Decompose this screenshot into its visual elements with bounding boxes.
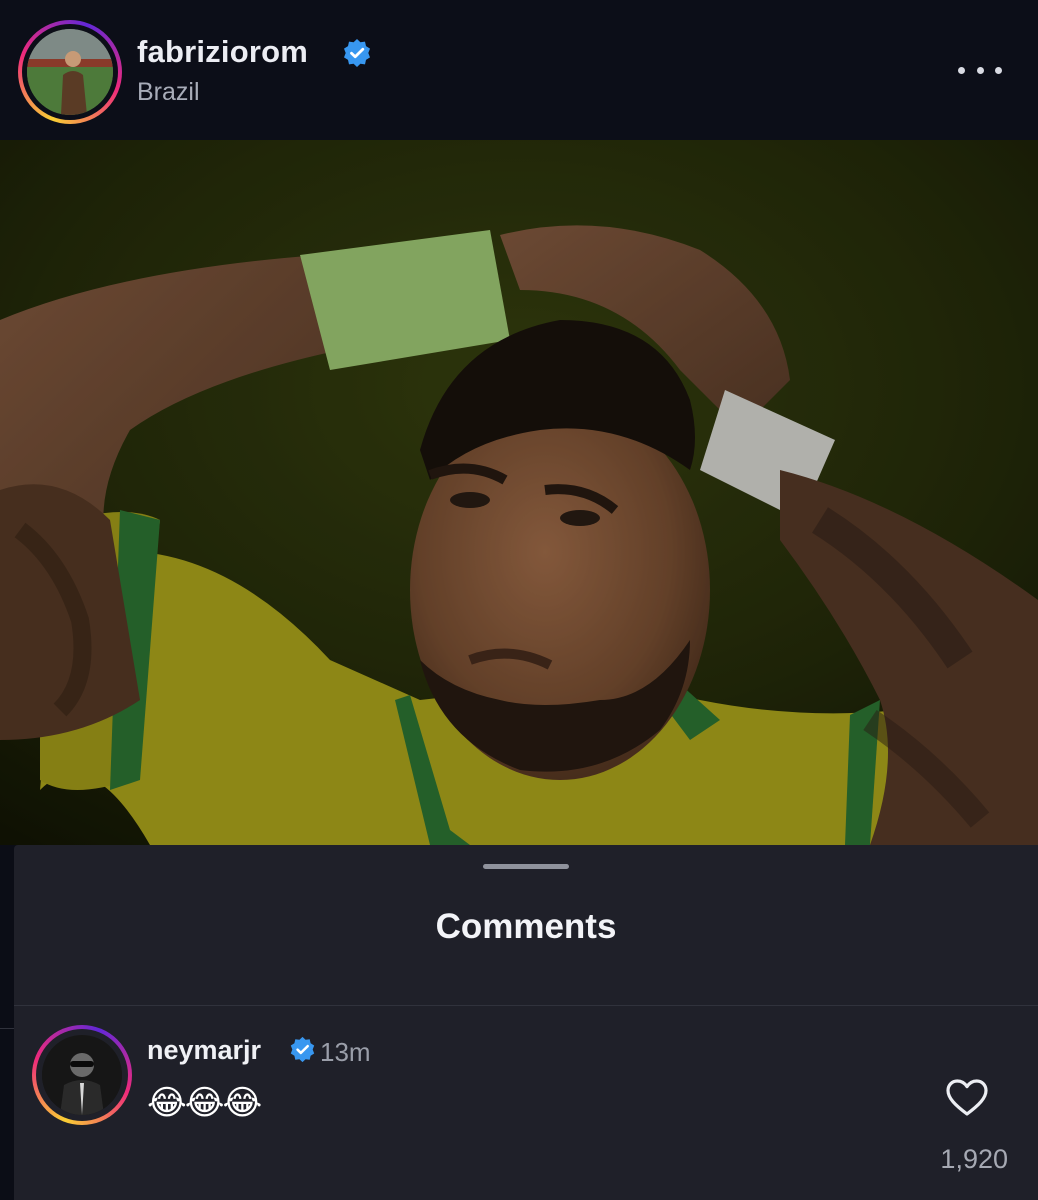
post-location[interactable]: Brazil [137, 78, 200, 107]
post-header: fabriziorom Brazil [0, 0, 1038, 140]
comments-title: Comments [435, 907, 617, 946]
comment-like-count: 1,920 [940, 1144, 1008, 1174]
post-username[interactable]: fabriziorom [137, 34, 308, 70]
verified-badge-icon [344, 39, 370, 67]
comment-text: 😂😂😂 [147, 1083, 262, 1123]
comment-username[interactable]: neymarjr [147, 1035, 261, 1066]
background-divider [0, 1028, 14, 1029]
comments-sheet: Comments neymarjr 13m 😂😂😂 1,920 [14, 845, 1038, 1200]
profile-avatar[interactable] [18, 20, 122, 124]
avatar-image [27, 29, 113, 115]
comment-avatar[interactable] [32, 1025, 132, 1125]
comment-timestamp: 13m [320, 1037, 371, 1067]
sheet-divider [14, 1005, 1038, 1006]
sheet-drag-handle[interactable] [483, 864, 569, 869]
more-options-icon[interactable] [958, 60, 1002, 80]
background-edge [0, 845, 14, 1200]
photo-illustration [0, 140, 1038, 845]
verified-badge-icon [290, 1036, 315, 1063]
like-heart-icon[interactable] [945, 1078, 989, 1118]
comment-avatar-image [42, 1035, 122, 1115]
post-photo[interactable] [0, 140, 1038, 845]
